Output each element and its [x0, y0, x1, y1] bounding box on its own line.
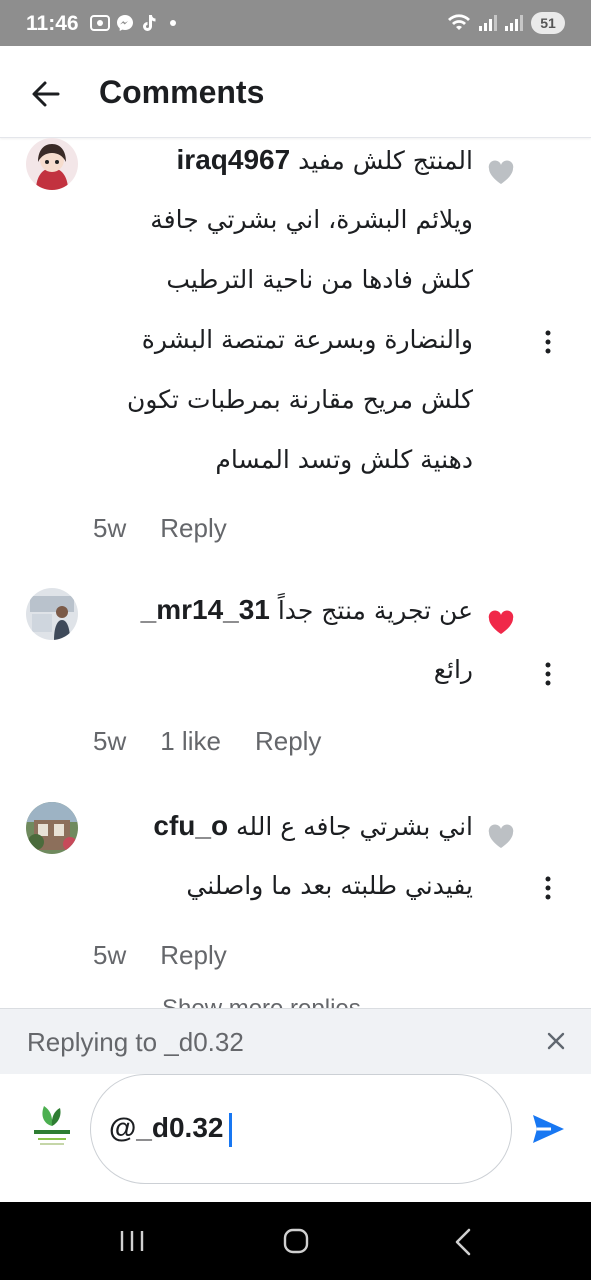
- input-value-text: @_d0.32: [109, 1112, 224, 1143]
- screenshot-icon: [90, 15, 110, 31]
- user-avatar-icon: [26, 802, 78, 854]
- comment-line: اني بشرتي جافه ع الله cfu_o: [93, 796, 473, 856]
- home-icon: [283, 1228, 309, 1254]
- reply-link[interactable]: Reply: [160, 940, 226, 971]
- comment-item: المنتج كلش مفيد iraq4967 ويلائم البشرة، …: [0, 138, 591, 558]
- like-count[interactable]: 1 like: [160, 726, 221, 757]
- comment-time: 5w: [93, 940, 127, 970]
- show-more-replies-link[interactable]: Show more replies: [162, 995, 361, 1008]
- comment-text: عن تجرية منتج جداً _mr14_31 رائع: [93, 580, 473, 700]
- comment-line-text: المنتج كلش مفيد: [298, 146, 473, 175]
- comment-line: ويلائم البشرة، اني بشرتي جافة: [150, 205, 473, 234]
- send-icon: [533, 1115, 564, 1143]
- close-icon: [547, 1032, 565, 1050]
- more-vertical-icon: [545, 662, 551, 686]
- user-avatar-icon: [26, 588, 78, 640]
- more-notifications-dot: [170, 20, 176, 26]
- text-cursor: [229, 1112, 233, 1147]
- send-button[interactable]: [530, 1112, 566, 1146]
- home-button[interactable]: [283, 1228, 309, 1254]
- wifi-icon: [448, 14, 470, 30]
- tiktok-icon: [143, 15, 156, 31]
- more-options-button[interactable]: [538, 328, 558, 356]
- reply-link[interactable]: Reply: [255, 726, 321, 757]
- comment-line: كلش مريح مقارنة بمرطبات تكون: [126, 385, 473, 414]
- comment-line: والنضارة وبسرعة تمتصة البشرة: [141, 325, 473, 354]
- more-vertical-icon: [545, 876, 551, 900]
- chevron-left-icon: [455, 1228, 471, 1256]
- status-bar: 11:46 51: [0, 0, 591, 46]
- more-options-button[interactable]: [538, 660, 558, 688]
- messenger-icon: [117, 15, 133, 31]
- comments-list[interactable]: المنتج كلش مفيد iraq4967 ويلائم البشرة، …: [0, 138, 591, 1008]
- signal-icon-1: [479, 15, 497, 31]
- comment-time: 5w: [93, 726, 127, 756]
- comment-composer: @_d0.32: [0, 1074, 591, 1202]
- comment-meta: 5w Reply: [93, 513, 227, 544]
- system-back-button[interactable]: [454, 1228, 472, 1256]
- heart-outline-icon: [488, 824, 514, 848]
- recent-apps-icon: [120, 1231, 144, 1251]
- comment-time: 5w: [93, 513, 127, 543]
- like-button[interactable]: [487, 824, 515, 850]
- cancel-reply-button[interactable]: [544, 1029, 568, 1053]
- comment-meta: 5w Reply: [93, 940, 227, 971]
- status-time: 11:46: [26, 12, 79, 35]
- more-vertical-icon: [545, 330, 551, 354]
- page-title: Comments: [99, 74, 265, 110]
- heart-filled-icon: [488, 610, 514, 634]
- comment-line: عن تجرية منتج جداً _mr14_31: [93, 580, 473, 640]
- page-avatar: [30, 1098, 74, 1152]
- page-logo-icon: [30, 1098, 74, 1152]
- avatar[interactable]: [26, 588, 78, 640]
- avatar[interactable]: [26, 138, 78, 190]
- like-button[interactable]: [487, 610, 515, 636]
- comment-line-text: اني بشرتي جافه ع الله: [236, 812, 473, 841]
- comment-text: المنتج كلش مفيد iraq4967 ويلائم البشرة، …: [93, 138, 473, 490]
- replying-to-bar: Replying to _d0.32: [0, 1008, 591, 1074]
- comment-line-text: عن تجرية منتج جداً: [277, 596, 473, 625]
- comment-line: دهنية كلش وتسد المسام: [215, 445, 473, 474]
- comment-text: اني بشرتي جافه ع الله cfu_o يفيدني طلبته…: [93, 796, 473, 916]
- comment-item: عن تجرية منتج جداً _mr14_31 رائع 5w 1 li…: [0, 584, 591, 764]
- like-button[interactable]: [487, 160, 515, 186]
- signal-icon-2: [505, 15, 523, 31]
- comment-input[interactable]: @_d0.32: [90, 1074, 512, 1184]
- comment-username[interactable]: _mr14_31: [141, 594, 270, 625]
- comment-meta: 5w 1 like Reply: [93, 726, 321, 757]
- user-avatar-icon: [26, 138, 78, 190]
- comment-line: كلش فادها من ناحية الترطيب: [166, 265, 473, 294]
- comment-username[interactable]: iraq4967: [177, 144, 291, 175]
- comment-input-value[interactable]: @_d0.32: [109, 1112, 233, 1147]
- arrow-left-icon: [32, 81, 60, 107]
- avatar[interactable]: [26, 802, 78, 854]
- replying-to-text: Replying to _d0.32: [27, 1027, 244, 1057]
- more-options-button[interactable]: [538, 874, 558, 902]
- comments-header: Comments: [0, 46, 591, 138]
- back-button[interactable]: [26, 74, 66, 114]
- comment-username[interactable]: cfu_o: [153, 810, 228, 841]
- comment-line: يفيدني طلبته بعد ما واصلني: [186, 871, 473, 900]
- notification-icons: [90, 14, 176, 32]
- status-right: 51: [447, 12, 565, 34]
- comment-line: المنتج كلش مفيد iraq4967: [93, 138, 473, 190]
- comment-line: رائع: [433, 655, 473, 684]
- comment-item: اني بشرتي جافه ع الله cfu_o يفيدني طلبته…: [0, 800, 591, 980]
- reply-link[interactable]: Reply: [160, 513, 226, 544]
- heart-outline-icon: [488, 160, 514, 184]
- system-navigation-bar: [0, 1202, 591, 1280]
- recent-apps-button[interactable]: [118, 1230, 146, 1252]
- battery-indicator: 51: [531, 12, 565, 34]
